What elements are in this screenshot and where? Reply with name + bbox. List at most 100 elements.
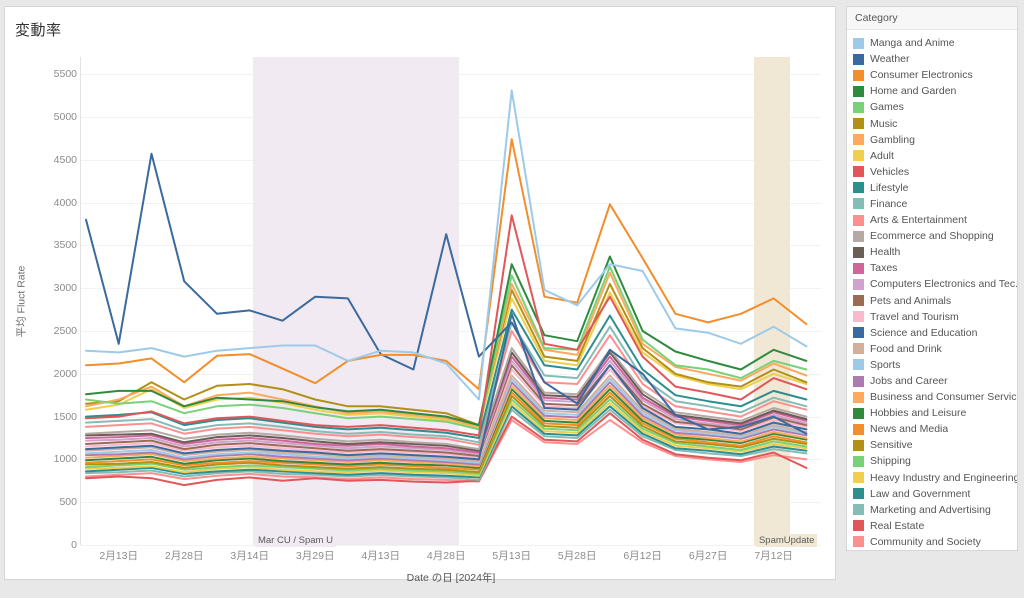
legend-item[interactable]: Health bbox=[853, 244, 1017, 260]
legend-item[interactable]: Community and Society bbox=[853, 534, 1017, 550]
x-axis-title: Date の日 [2024年] bbox=[406, 572, 496, 584]
line-series bbox=[85, 89, 808, 401]
legend-color-swatch bbox=[853, 230, 864, 242]
y-axis-title: 平均 Fluct Rate bbox=[13, 57, 29, 545]
legend-item-label: Health bbox=[870, 246, 901, 259]
legend-item-label: Marketing and Advertising bbox=[870, 503, 991, 516]
line-series-svg bbox=[85, 89, 808, 487]
y-axis-tick-label: 3500 bbox=[53, 239, 77, 252]
legend-item[interactable]: Sensitive bbox=[853, 437, 1017, 453]
legend-item[interactable]: Sports bbox=[853, 357, 1017, 373]
y-axis-tick-label: 5000 bbox=[53, 110, 77, 123]
x-axis-tick-label: 6月27日 bbox=[688, 550, 728, 562]
reference-band-label: SpamUpdate bbox=[755, 534, 818, 547]
x-axis-tick-label: 5月13日 bbox=[492, 550, 531, 562]
y-axis-tick-label: 500 bbox=[59, 496, 77, 509]
y-axis-tick-label: 4500 bbox=[53, 153, 77, 166]
legend-item[interactable]: Heavy Industry and Engineering bbox=[853, 470, 1017, 486]
legend-item-label: Food and Drink bbox=[870, 342, 942, 355]
legend-item[interactable]: Real Estate bbox=[853, 518, 1017, 534]
legend-color-swatch bbox=[853, 150, 864, 162]
category-legend[interactable]: Category Manga and Anime Weather Consumer … bbox=[846, 6, 1018, 551]
legend-item[interactable]: Adult bbox=[853, 148, 1017, 164]
legend-item[interactable]: Ecommerce and Shopping bbox=[853, 228, 1017, 244]
legend-item[interactable]: Weather bbox=[853, 51, 1017, 67]
legend-item[interactable]: Games bbox=[853, 99, 1017, 115]
screenshot-root: 変動率 平均 Fluct Rate 0 500 1000 1500 2000 2500 30… bbox=[0, 0, 1024, 598]
legend-item-label: Home and Garden bbox=[870, 85, 957, 98]
legend-item-label: Arts & Entertainment bbox=[870, 214, 967, 227]
legend-color-swatch bbox=[853, 536, 864, 548]
x-axis-tick-label: 7月12日 bbox=[754, 550, 793, 562]
legend-item-label: Jobs and Career bbox=[870, 375, 948, 388]
y-axis-tick-label: 4000 bbox=[53, 196, 77, 209]
legend-item-label: Consumer Electronics bbox=[870, 69, 973, 82]
gridline bbox=[81, 545, 821, 546]
legend-color-swatch bbox=[853, 278, 864, 290]
legend-item[interactable]: Pets and Animals bbox=[853, 293, 1017, 309]
legend-color-swatch bbox=[853, 182, 864, 194]
legend-item-label: Gambling bbox=[870, 133, 915, 146]
legend-item[interactable]: Consumer Electronics bbox=[853, 67, 1017, 83]
legend-item[interactable]: News and Media bbox=[853, 421, 1017, 437]
legend-item-label: Manga and Anime bbox=[870, 37, 955, 50]
legend-color-swatch bbox=[853, 295, 864, 307]
legend-item-label: Finance bbox=[870, 197, 908, 210]
y-axis-tick-label: 5500 bbox=[53, 68, 77, 81]
legend-item[interactable]: Gambling bbox=[853, 132, 1017, 148]
legend-item[interactable]: Computers Electronics and Tec.. bbox=[853, 276, 1017, 292]
legend-item-label: Ecommerce and Shopping bbox=[870, 230, 994, 243]
legend-item[interactable]: Lifestyle bbox=[853, 180, 1017, 196]
y-axis-tick-label: 1500 bbox=[53, 410, 77, 423]
x-axis-tick-label: 4月13日 bbox=[361, 550, 400, 562]
legend-item-label: Hobbies and Leisure bbox=[870, 407, 967, 420]
legend-item[interactable]: Music bbox=[853, 115, 1017, 131]
legend-items: Manga and Anime Weather Consumer Electroni… bbox=[847, 30, 1017, 550]
legend-color-swatch bbox=[853, 118, 864, 130]
x-axis-ticks: 2月13日 2月28日 3月14日 3月29日 4月13日 4月28日 5月13日 5月28日… bbox=[81, 548, 821, 568]
legend-color-swatch bbox=[853, 198, 864, 210]
x-axis-tick-label: 3月29日 bbox=[295, 550, 335, 562]
legend-color-swatch bbox=[853, 101, 864, 113]
legend-color-swatch bbox=[853, 407, 864, 419]
legend-color-swatch bbox=[853, 262, 864, 274]
legend-item[interactable]: Hobbies and Leisure bbox=[853, 405, 1017, 421]
legend-item-label: Adult bbox=[870, 149, 894, 162]
legend-item-label: Weather bbox=[870, 53, 910, 66]
legend-item[interactable]: Taxes bbox=[853, 260, 1017, 276]
legend-item-label: Music bbox=[870, 117, 898, 130]
y-axis-tick-label: 2000 bbox=[53, 367, 77, 380]
legend-item[interactable]: Travel and Tourism bbox=[853, 309, 1017, 325]
legend-header: Category bbox=[847, 7, 1017, 30]
legend-color-swatch bbox=[853, 391, 864, 403]
legend-item[interactable]: Shipping bbox=[853, 453, 1017, 469]
legend-color-swatch bbox=[853, 311, 864, 323]
legend-item[interactable]: Marketing and Advertising bbox=[853, 502, 1017, 518]
legend-item-label: Heavy Industry and Engineering bbox=[870, 471, 1017, 484]
legend-item[interactable]: Manga and Anime bbox=[853, 35, 1017, 51]
legend-item-label: Science and Education bbox=[870, 326, 978, 339]
legend-color-swatch bbox=[853, 439, 864, 451]
legend-item-label: Law and Government bbox=[870, 487, 971, 500]
legend-item[interactable]: Business and Consumer Services bbox=[853, 389, 1017, 405]
legend-item-label: News and Media bbox=[870, 423, 949, 436]
legend-item[interactable]: Jobs and Career bbox=[853, 373, 1017, 389]
legend-item[interactable]: Home and Garden bbox=[853, 83, 1017, 99]
legend-item[interactable]: Law and Government bbox=[853, 486, 1017, 502]
legend-color-swatch bbox=[853, 53, 864, 65]
legend-item-label: Shipping bbox=[870, 455, 911, 468]
legend-item[interactable]: Science and Education bbox=[853, 325, 1017, 341]
y-axis-tick-label: 0 bbox=[71, 539, 77, 551]
legend-item[interactable]: Finance bbox=[853, 196, 1017, 212]
legend-color-swatch bbox=[853, 134, 864, 146]
y-axis-tick-label: 1000 bbox=[53, 453, 77, 466]
legend-item-label: Lifestyle bbox=[870, 181, 909, 194]
legend-item[interactable]: Arts & Entertainment bbox=[853, 212, 1017, 228]
line-series bbox=[85, 138, 808, 391]
legend-item-label: Travel and Tourism bbox=[870, 310, 959, 323]
legend-item[interactable]: Food and Drink bbox=[853, 341, 1017, 357]
legend-color-swatch bbox=[853, 166, 864, 178]
legend-item-label: Sensitive bbox=[870, 439, 913, 452]
legend-item[interactable]: Vehicles bbox=[853, 164, 1017, 180]
chart-worksheet: 変動率 平均 Fluct Rate 0 500 1000 1500 2000 2500 30… bbox=[4, 6, 836, 584]
